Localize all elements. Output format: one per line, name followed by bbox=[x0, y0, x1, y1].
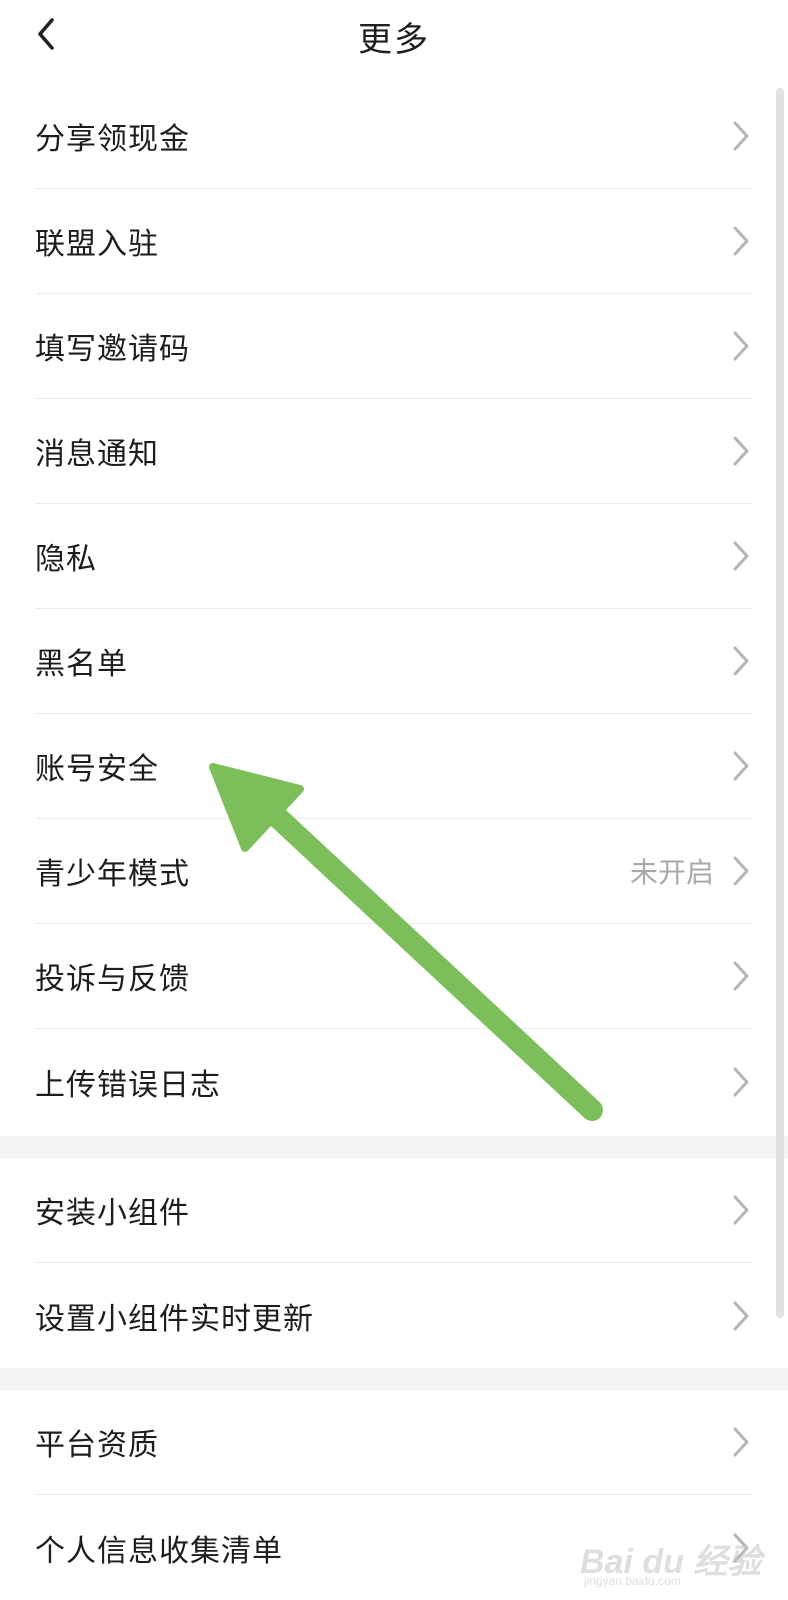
chevron-right-icon bbox=[733, 856, 749, 886]
baidu-jingyan-watermark: Bai du 经验 jingyan.baidu.com bbox=[580, 1532, 780, 1592]
chevron-right-icon bbox=[733, 331, 749, 361]
chevron-right-icon bbox=[733, 436, 749, 466]
menu-item-widget-realtime-update[interactable]: 设置小组件实时更新 bbox=[35, 1263, 752, 1368]
menu-item-account-security[interactable]: 账号安全 bbox=[35, 714, 752, 819]
chevron-right-icon bbox=[733, 541, 749, 571]
menu-item-label: 青少年模式 bbox=[35, 857, 190, 892]
section-divider bbox=[0, 1368, 788, 1390]
menu-item-upload-error-log[interactable]: 上传错误日志 bbox=[35, 1029, 752, 1134]
chevron-right-icon bbox=[733, 646, 749, 676]
menu-item-label: 消息通知 bbox=[35, 437, 159, 472]
chevron-right-icon bbox=[733, 961, 749, 991]
settings-group-widgets: 安装小组件 设置小组件实时更新 bbox=[0, 1158, 788, 1368]
chevron-right-icon bbox=[733, 1301, 749, 1330]
chevron-right-icon bbox=[733, 1427, 749, 1457]
page-title: 更多 bbox=[358, 19, 430, 60]
menu-item-notifications[interactable]: 消息通知 bbox=[35, 399, 752, 504]
chevron-left-icon bbox=[38, 18, 54, 50]
menu-item-label: 黑名单 bbox=[35, 647, 128, 682]
menu-item-label: 联盟入驻 bbox=[35, 227, 159, 262]
menu-item-complaints-feedback[interactable]: 投诉与反馈 bbox=[35, 924, 752, 1029]
menu-item-label: 投诉与反馈 bbox=[35, 962, 190, 997]
teen-mode-status: 未开启 bbox=[629, 856, 714, 889]
watermark-url: jingyan.baidu.com bbox=[584, 1574, 681, 1588]
menu-item-label: 分享领现金 bbox=[35, 122, 190, 157]
more-settings-screen: 更多 分享领现金 联盟入驻 填写邀请码 消息通知 隐私 黑名单 账号安全 青少年… bbox=[0, 0, 788, 1600]
menu-item-label: 填写邀请码 bbox=[35, 332, 190, 367]
menu-item-label: 上传错误日志 bbox=[35, 1067, 221, 1103]
chevron-right-icon bbox=[733, 1067, 749, 1096]
menu-item-label: 设置小组件实时更新 bbox=[35, 1301, 314, 1337]
scrollbar[interactable] bbox=[776, 88, 784, 1318]
menu-item-invite-code[interactable]: 填写邀请码 bbox=[35, 294, 752, 399]
menu-item-share-cash[interactable]: 分享领现金 bbox=[35, 84, 752, 189]
menu-item-label: 账号安全 bbox=[35, 752, 159, 787]
settings-group-main: 分享领现金 联盟入驻 填写邀请码 消息通知 隐私 黑名单 账号安全 青少年模式 bbox=[0, 84, 788, 1134]
menu-item-privacy[interactable]: 隐私 bbox=[35, 504, 752, 609]
menu-item-label: 安装小组件 bbox=[35, 1196, 190, 1231]
section-divider bbox=[0, 1136, 788, 1158]
menu-item-label: 个人信息收集清单 bbox=[35, 1533, 283, 1569]
back-button[interactable] bbox=[22, 10, 70, 58]
menu-item-alliance-join[interactable]: 联盟入驻 bbox=[35, 189, 752, 294]
menu-item-label: 隐私 bbox=[35, 542, 97, 577]
header-bar: 更多 bbox=[0, 0, 788, 72]
chevron-right-icon bbox=[733, 751, 749, 781]
chevron-right-icon bbox=[733, 226, 749, 256]
menu-item-blacklist[interactable]: 黑名单 bbox=[35, 609, 752, 714]
menu-item-install-widget[interactable]: 安装小组件 bbox=[35, 1158, 752, 1263]
menu-item-label: 平台资质 bbox=[35, 1428, 159, 1463]
chevron-right-icon bbox=[733, 1195, 749, 1225]
chevron-right-icon bbox=[733, 121, 749, 151]
menu-item-platform-qualifications[interactable]: 平台资质 bbox=[35, 1390, 752, 1495]
menu-item-teen-mode[interactable]: 青少年模式 未开启 bbox=[35, 819, 752, 924]
